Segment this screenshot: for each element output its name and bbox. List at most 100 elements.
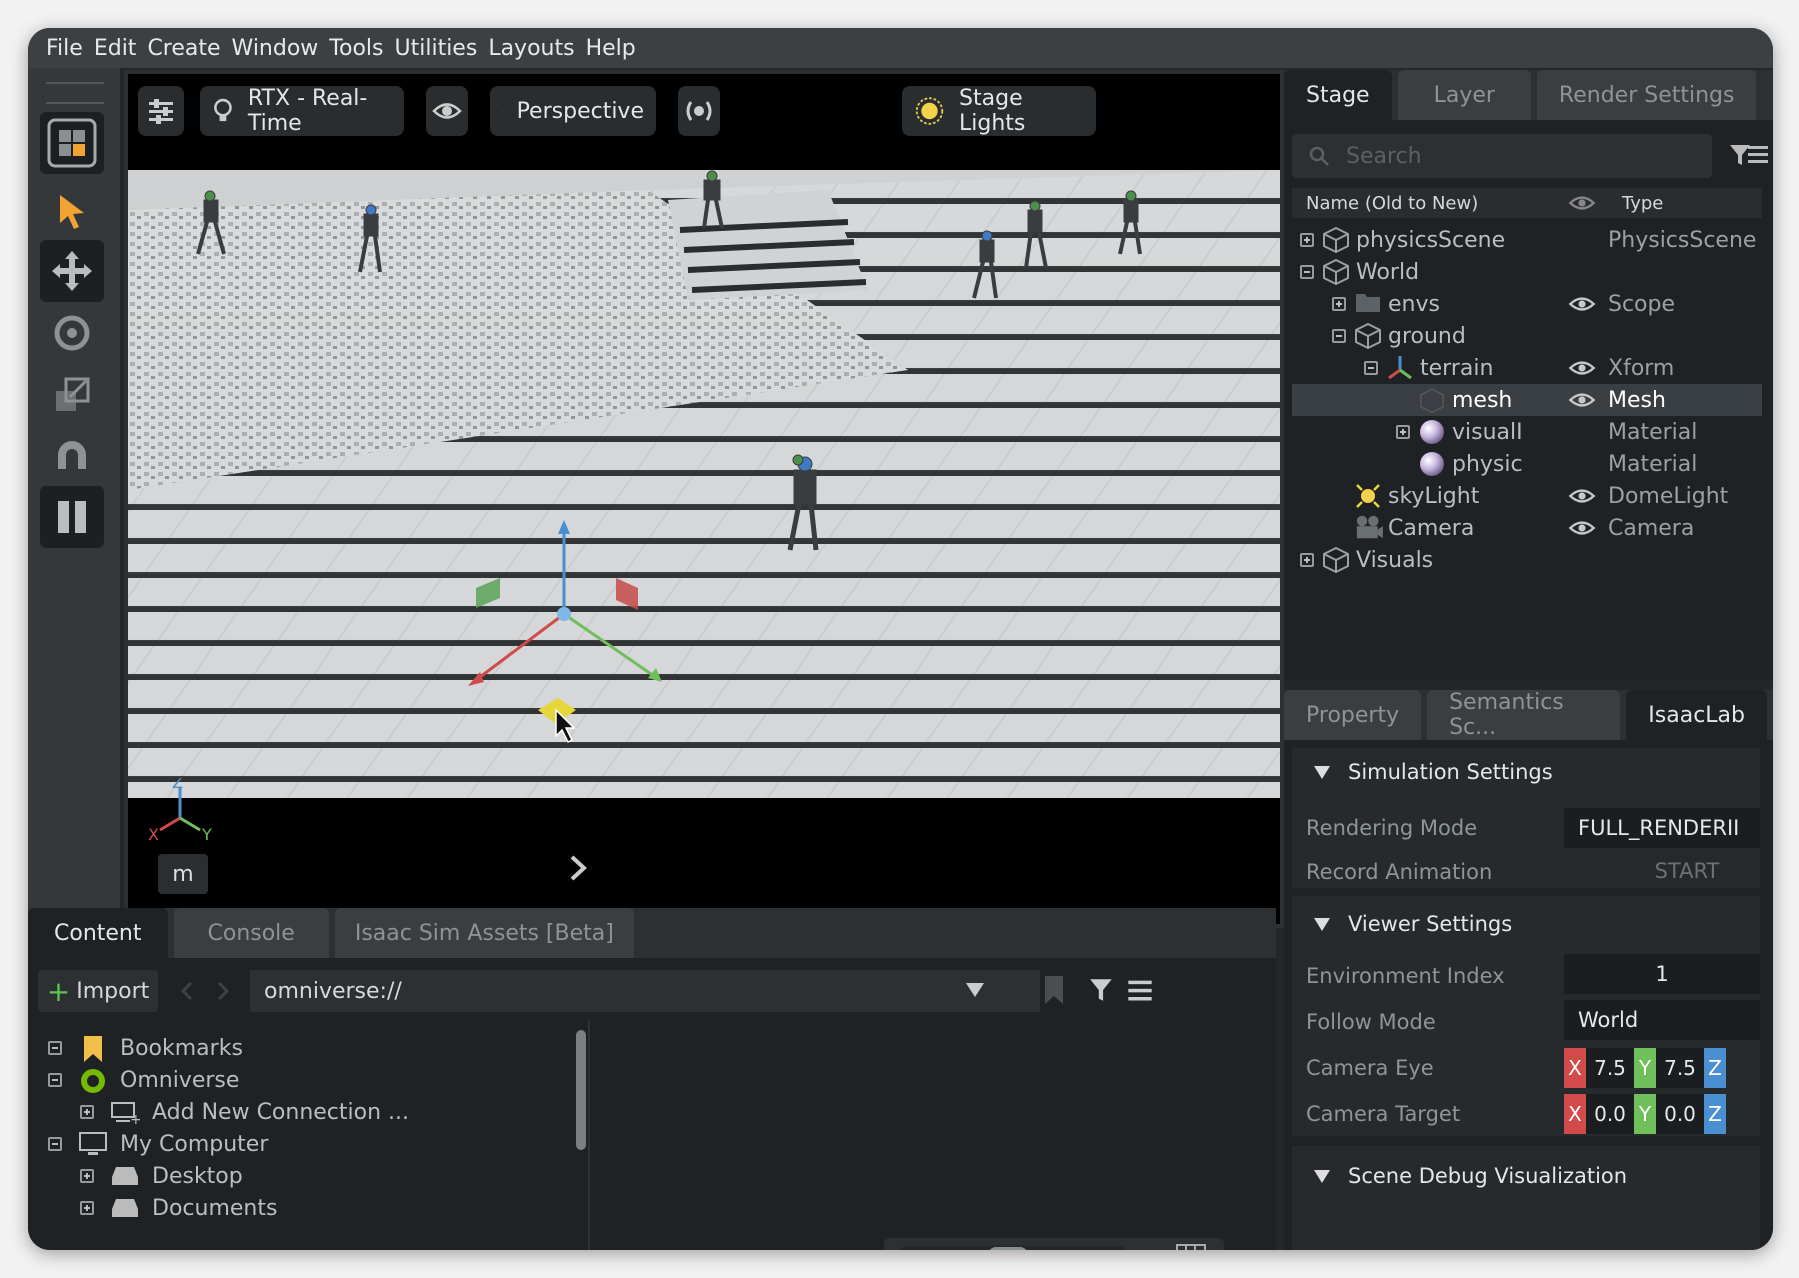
content-tree-item[interactable]: Desktop <box>80 1160 243 1192</box>
eye-icon[interactable] <box>1568 358 1598 378</box>
collapse-icon[interactable] <box>1364 361 1378 375</box>
pointer-tool-button[interactable] <box>40 180 104 242</box>
visibility-button[interactable] <box>426 86 468 136</box>
menu-help[interactable]: Help <box>586 36 636 61</box>
toolbar-grip[interactable] <box>46 82 104 104</box>
stage-lights-button[interactable]: Stage Lights <box>902 86 1096 136</box>
tab-isaaclab[interactable]: IsaacLab <box>1626 690 1767 740</box>
eye-icon[interactable] <box>1568 294 1598 314</box>
menu-utilities[interactable]: Utilities <box>395 36 478 61</box>
content-tree-item[interactable]: Bookmarks <box>48 1032 243 1064</box>
tab-stage[interactable]: Stage <box>1284 70 1392 120</box>
menu-edit[interactable]: Edit <box>94 36 137 61</box>
collapse-icon[interactable] <box>48 1073 62 1087</box>
camera-eye-x-field[interactable]: 7.5 <box>1586 1048 1634 1088</box>
expand-icon[interactable] <box>80 1105 94 1119</box>
menu-file[interactable]: File <box>46 36 83 61</box>
select-mode-button[interactable] <box>40 112 104 174</box>
snap-tool-button[interactable] <box>40 424 104 486</box>
camera-target-x-field[interactable]: 0.0 <box>1586 1094 1634 1134</box>
stage-tree-row[interactable]: terrain Xform <box>1292 352 1762 384</box>
viewport[interactable]: RTX - Real-Time Perspective Stage Lights… <box>124 70 1284 928</box>
name-column-header[interactable]: Name (Old to New) <box>1306 193 1478 214</box>
move-tool-button[interactable] <box>40 240 104 302</box>
camera-eye-y-field[interactable]: 7.5 <box>1656 1048 1704 1088</box>
collapse-icon[interactable] <box>48 1137 62 1151</box>
menu-window[interactable]: Window <box>232 36 319 61</box>
stage-tree-row[interactable]: Camera Camera <box>1292 512 1762 544</box>
unit-button[interactable]: m <box>158 854 208 894</box>
thumbnail-size-slider[interactable] <box>898 1246 1128 1250</box>
type-column-header[interactable]: Type <box>1622 193 1663 214</box>
dropdown-arrow-icon[interactable] <box>964 980 986 1000</box>
material-icon <box>1418 450 1446 478</box>
tab-render-settings[interactable]: Render Settings <box>1536 70 1757 120</box>
renderer-button[interactable]: RTX - Real-Time <box>200 86 404 136</box>
grid-view-icon[interactable] <box>1176 1244 1206 1250</box>
viewport-settings-button[interactable] <box>138 86 184 136</box>
viewer-settings-header[interactable]: Viewer Settings <box>1314 912 1512 936</box>
content-divider[interactable] <box>588 1020 590 1250</box>
stage-tree-row[interactable]: Visuals <box>1292 544 1762 576</box>
environment-index-field[interactable]: 1 <box>1564 954 1760 994</box>
rotate-tool-button[interactable] <box>40 302 104 364</box>
stage-search-input[interactable]: Search <box>1292 134 1712 178</box>
scene-debug-header[interactable]: Scene Debug Visualization <box>1314 1164 1627 1188</box>
expand-icon[interactable] <box>1332 297 1346 311</box>
tab-semantics[interactable]: Semantics Sc... <box>1427 690 1621 740</box>
back-arrow-icon[interactable] <box>178 980 196 1002</box>
record-start-button[interactable]: START <box>1564 854 1760 888</box>
stage-tree-row[interactable]: World <box>1292 256 1762 288</box>
slider-handle[interactable] <box>988 1247 1028 1250</box>
filter-icon[interactable] <box>1088 976 1116 1004</box>
camera-target-y-field[interactable]: 0.0 <box>1656 1094 1704 1134</box>
content-tree-item[interactable]: Omniverse <box>48 1064 239 1096</box>
camera-button[interactable]: Perspective <box>490 86 656 136</box>
expand-icon[interactable] <box>1300 233 1314 247</box>
scale-tool-button[interactable] <box>40 364 104 426</box>
menu-tools[interactable]: Tools <box>329 36 383 61</box>
stage-tree-row[interactable]: envs Scope <box>1292 288 1762 320</box>
content-tree-item[interactable]: + Add New Connection ... <box>80 1096 409 1128</box>
tab-property[interactable]: Property <box>1284 690 1422 740</box>
eye-icon[interactable] <box>1568 518 1598 538</box>
collapse-icon[interactable] <box>1300 265 1314 279</box>
expand-icon[interactable] <box>80 1201 94 1215</box>
expand-icon[interactable] <box>1300 553 1314 567</box>
bookmark-toggle-icon[interactable] <box>1042 974 1066 1006</box>
follow-mode-dropdown[interactable]: World <box>1564 1000 1760 1040</box>
menu-icon[interactable] <box>1126 976 1154 1004</box>
pause-button[interactable] <box>40 486 104 548</box>
tree-scrollbar[interactable] <box>576 1030 586 1150</box>
path-input[interactable]: omniverse:// <box>250 970 1040 1012</box>
collapse-icon[interactable] <box>1332 329 1346 343</box>
menu-layouts[interactable]: Layouts <box>488 36 574 61</box>
stage-tree-row[interactable]: physicsScene PhysicsScene <box>1292 224 1762 256</box>
menu-create[interactable]: Create <box>147 36 220 61</box>
import-button[interactable]: + Import <box>38 970 158 1012</box>
collapse-icon[interactable] <box>48 1041 62 1055</box>
stage-tree-row[interactable]: mesh Mesh <box>1292 384 1762 416</box>
stage-panel: Stage Layer Render Settings Search Name … <box>1284 70 1773 680</box>
tab-layer[interactable]: Layer <box>1397 70 1531 120</box>
stage-tree-row[interactable]: visualI Material <box>1292 416 1762 448</box>
eye-icon[interactable] <box>1568 390 1598 410</box>
tab-content[interactable]: Content <box>28 908 168 958</box>
simulation-settings-header[interactable]: Simulation Settings <box>1314 760 1553 784</box>
stage-tree-row[interactable]: physic Material <box>1292 448 1762 480</box>
tab-isaac-sim-assets[interactable]: Isaac Sim Assets [Beta] <box>334 908 634 958</box>
expand-icon[interactable] <box>80 1169 94 1183</box>
scene-render[interactable] <box>128 170 1280 798</box>
content-tree-item[interactable]: Documents <box>80 1192 277 1224</box>
menu-icon[interactable] <box>1746 142 1770 166</box>
content-tree-item[interactable]: My Computer <box>48 1128 268 1160</box>
expand-icon[interactable] <box>1396 425 1410 439</box>
audio-button[interactable] <box>678 86 720 136</box>
rendering-mode-dropdown[interactable]: FULL_RENDERII <box>1564 808 1760 848</box>
stage-tree-row[interactable]: skyLight DomeLight <box>1292 480 1762 512</box>
eye-icon[interactable] <box>1568 486 1598 506</box>
forward-arrow-icon[interactable] <box>214 980 232 1002</box>
tab-console[interactable]: Console <box>173 908 329 958</box>
stage-tree-row[interactable]: ground <box>1292 320 1762 352</box>
expand-button[interactable] <box>548 838 608 898</box>
